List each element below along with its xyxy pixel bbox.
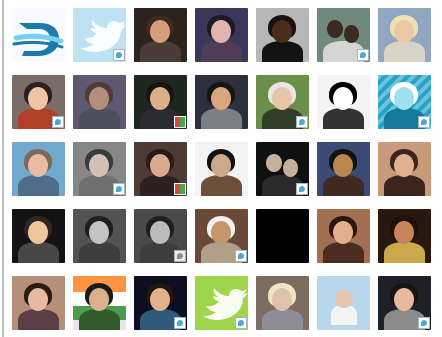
twitter-badge-icon [357, 49, 369, 61]
twitter-badge-icon [235, 250, 247, 262]
profile-badge-icon [174, 183, 186, 195]
follower-avatar[interactable] [134, 142, 187, 196]
profile-badge-icon [174, 116, 186, 128]
follower-avatar[interactable] [378, 75, 431, 129]
follower-avatar[interactable] [378, 276, 431, 330]
follower-avatar[interactable] [378, 8, 431, 62]
follower-avatar[interactable] [134, 75, 187, 129]
follower-avatar[interactable] [12, 75, 65, 129]
follower-avatar[interactable] [12, 276, 65, 330]
follower-avatar[interactable] [134, 209, 187, 263]
twitter-badge-icon [418, 317, 430, 329]
follower-avatar[interactable] [195, 8, 248, 62]
follower-avatar[interactable] [256, 276, 309, 330]
twitter-badge-icon [174, 317, 186, 329]
left-border [2, 0, 4, 337]
follower-avatar[interactable] [378, 209, 431, 263]
follower-avatar[interactable] [12, 209, 65, 263]
twitter-badge-icon [296, 183, 308, 195]
avatar-grid [12, 8, 431, 330]
follower-avatar[interactable] [317, 209, 370, 263]
follower-avatar[interactable] [12, 8, 65, 62]
logo-d-icon [12, 8, 65, 62]
follower-avatar[interactable] [12, 142, 65, 196]
follower-avatar[interactable] [134, 8, 187, 62]
follower-avatar[interactable] [317, 276, 370, 330]
follower-avatar[interactable] [256, 142, 309, 196]
twitter-badge-icon [296, 116, 308, 128]
follower-avatar[interactable] [317, 8, 370, 62]
follower-avatar[interactable] [195, 75, 248, 129]
twitter-badge-icon [174, 250, 186, 262]
follower-avatar[interactable] [317, 142, 370, 196]
follower-avatar[interactable] [73, 142, 126, 196]
follower-avatar[interactable] [195, 276, 248, 330]
twitter-badge-icon [235, 317, 247, 329]
follower-avatar[interactable] [73, 8, 126, 62]
follower-avatar[interactable] [195, 142, 248, 196]
twitter-badge-icon [52, 116, 64, 128]
follower-avatar[interactable] [317, 75, 370, 129]
follower-avatar[interactable] [195, 209, 248, 263]
follower-avatar[interactable] [134, 276, 187, 330]
twitter-badge-icon [418, 116, 430, 128]
follower-avatar[interactable] [73, 276, 126, 330]
twitter-badge-icon [113, 49, 125, 61]
follower-avatar[interactable] [256, 8, 309, 62]
follower-avatar[interactable] [73, 75, 126, 129]
follower-avatar[interactable] [73, 209, 126, 263]
twitter-badge-icon [113, 183, 125, 195]
follower-avatar[interactable] [256, 209, 309, 263]
follower-avatar[interactable] [256, 75, 309, 129]
follower-avatar[interactable] [378, 142, 431, 196]
